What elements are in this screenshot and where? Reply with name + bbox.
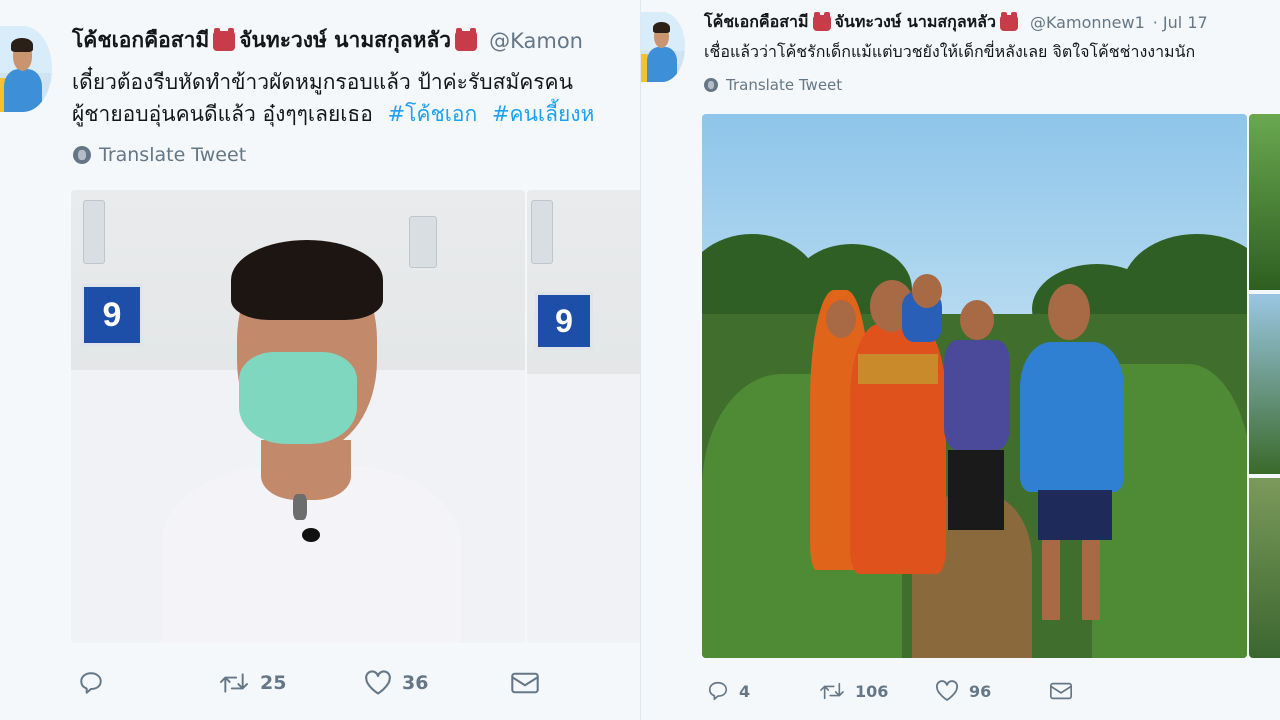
tweet-photo-2[interactable] (1249, 114, 1280, 290)
globe-icon (704, 78, 718, 92)
display-name-2[interactable]: จันทะวงษ์ นามสกุลหลัว (239, 24, 451, 57)
like-icon (935, 680, 959, 701)
dm-icon (511, 672, 539, 694)
tweet-photo[interactable]: 9 (71, 190, 525, 643)
tweet-photo-3[interactable] (1249, 294, 1280, 474)
translate-tweet-link[interactable]: Translate Tweet (704, 76, 842, 94)
pig-emoji-icon (999, 11, 1018, 31)
tweet-header: โค้ชเอกคือสามี จันทะวงษ์ นามสกุลหลัว @Ka… (704, 10, 1208, 35)
like-count: 36 (402, 672, 429, 694)
translate-tweet-link[interactable]: Translate Tweet (73, 144, 246, 166)
reply-icon (708, 681, 728, 701)
like-count: 96 (969, 681, 992, 701)
tweet-actions: 4 106 96 (707, 680, 1073, 702)
avatar[interactable] (0, 26, 52, 112)
retweet-button[interactable]: 25 (218, 670, 364, 696)
timestamp[interactable]: · Jul 17 (1153, 13, 1208, 32)
hashtag-link[interactable]: #โค้ชเอก (388, 102, 478, 126)
pig-emoji-icon (812, 11, 831, 31)
retweet-icon (820, 682, 844, 700)
left-tweet[interactable]: โค้ชเอกคือสามี จันทะวงษ์ นามสกุลหลัว @Ka… (0, 0, 640, 720)
bed-number-sign: 9 (81, 284, 143, 346)
display-name[interactable]: โค้ชเอกคือสามี (704, 10, 809, 35)
reply-icon (80, 672, 102, 694)
like-icon (365, 670, 391, 695)
reply-button[interactable]: 4 (707, 680, 819, 702)
handle[interactable]: @Kamonnew1 (1030, 13, 1145, 32)
face-mask (239, 352, 357, 444)
tweet-text-line-1: เดี๋ยวต้องรีบหัดทำข้าวผัดหมูกรอบแล้ว ป้า… (72, 70, 573, 94)
globe-icon (73, 146, 91, 164)
retweet-count: 25 (260, 672, 287, 694)
like-button[interactable]: 96 (935, 680, 1049, 702)
tweet-photo-4[interactable] (1249, 478, 1280, 658)
retweet-count: 106 (855, 681, 889, 701)
retweet-button[interactable]: 106 (819, 680, 935, 702)
pig-emoji-icon (213, 27, 236, 51)
tweet-header: โค้ชเอกคือสามี จันทะวงษ์ นามสกุลหลัว @Ka… (72, 24, 583, 57)
tweet-text: ผู้ชายอบอุ่นคนดีแล้ว อุ๋งๆๆเลยเธอ (72, 102, 373, 126)
right-tweet[interactable]: โค้ชเอกคือสามี จันทะวงษ์ นามสกุลหลัว @Ka… (641, 0, 1280, 720)
tweet-actions: 25 36 (78, 670, 540, 696)
like-button[interactable]: 36 (364, 670, 510, 696)
person-plaid (944, 340, 1010, 450)
tweet-text-line-2: ผู้ชายอบอุ่นคนดีแล้ว อุ๋งๆๆเลยเธอ #โค้ชเ… (72, 98, 594, 131)
bed-number-sign: 9 (535, 292, 593, 350)
hashtag-link[interactable]: #คนเลี้ยงห (492, 102, 594, 126)
pig-emoji-icon (455, 27, 478, 51)
dm-icon (1050, 682, 1072, 700)
avatar[interactable] (641, 12, 685, 82)
display-name-2[interactable]: จันทะวงษ์ นามสกุลหลัว (835, 10, 996, 35)
reply-button[interactable] (78, 670, 218, 696)
tweet-text-line-1: เชื่อแล้วว่าโค้ชรักเด็กแม้แต่บวชยังให้เด… (704, 42, 1196, 61)
dm-button[interactable] (510, 670, 540, 696)
tweet-photo-2[interactable]: 9 (527, 190, 640, 643)
dm-button[interactable] (1049, 680, 1073, 702)
tweet-photo[interactable] (702, 114, 1247, 658)
reply-count: 4 (739, 681, 751, 701)
handle[interactable]: @Kamon (489, 29, 583, 53)
boy-blue-shirt (1020, 342, 1124, 492)
translate-label: Translate Tweet (99, 144, 247, 166)
translate-label: Translate Tweet (726, 76, 843, 94)
display-name[interactable]: โค้ชเอกคือสามี (72, 24, 209, 57)
retweet-icon (220, 673, 248, 693)
